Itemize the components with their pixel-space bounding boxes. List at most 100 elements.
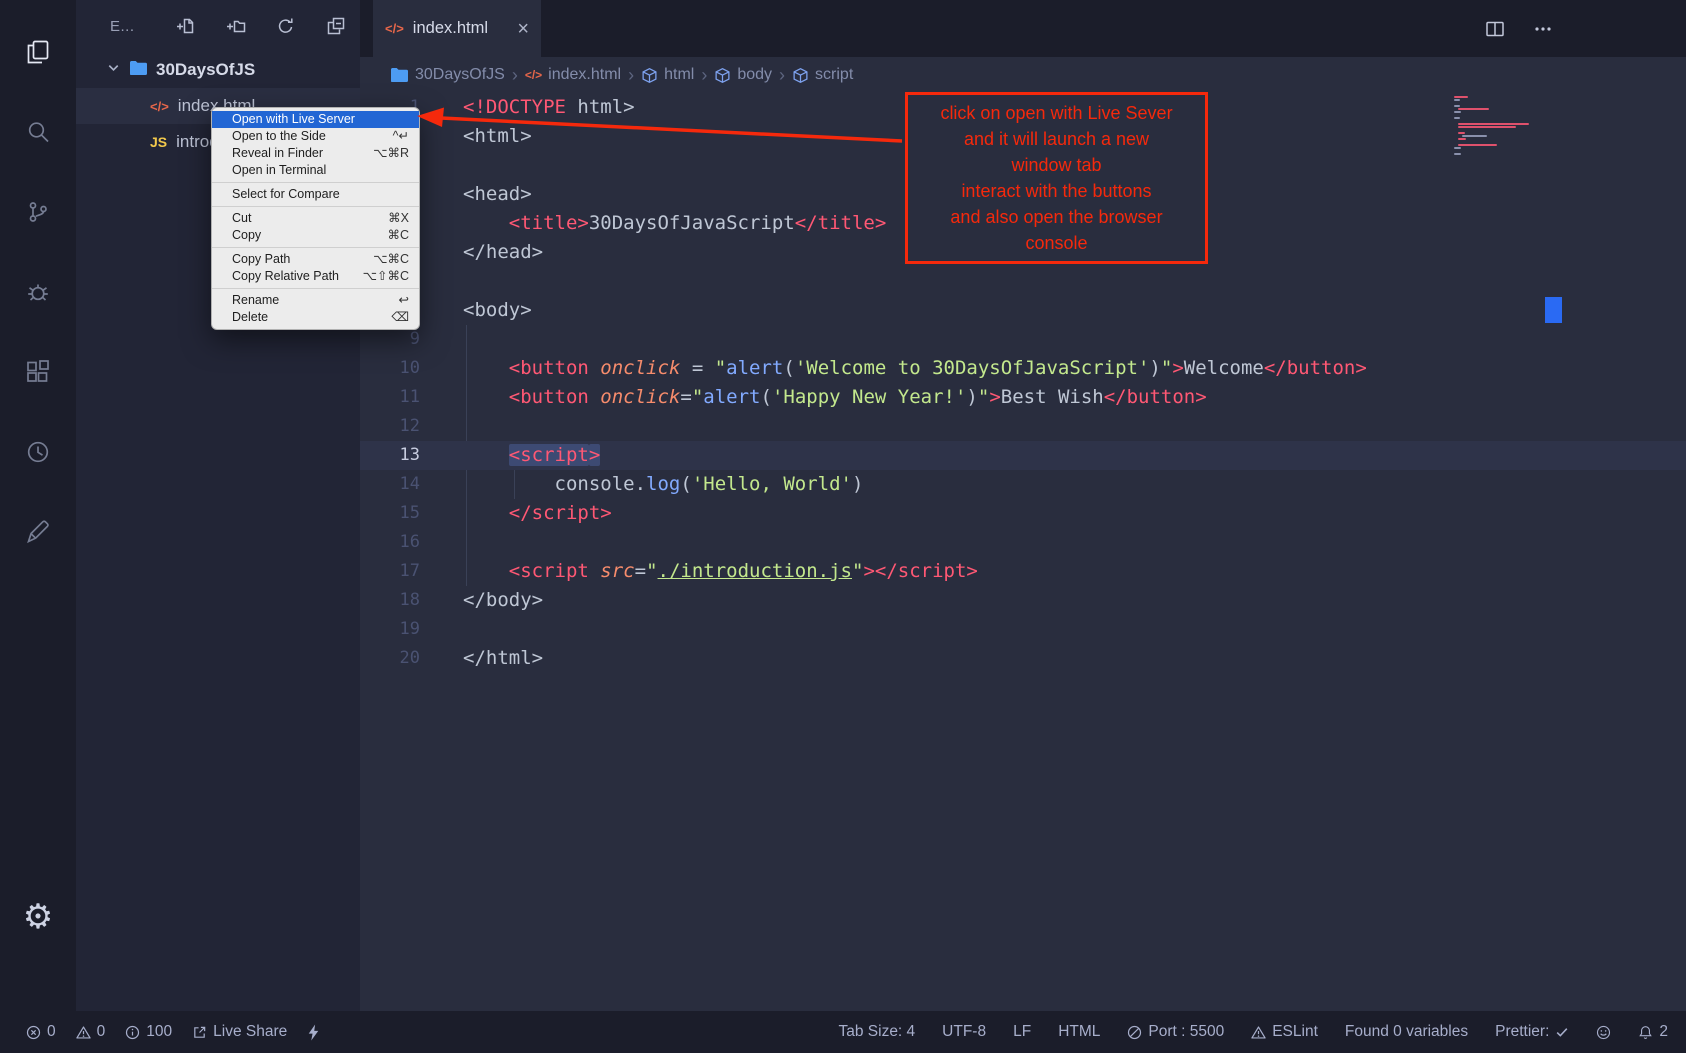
settings-gear-icon[interactable]: ⚙ bbox=[0, 877, 76, 957]
explorer-icon[interactable] bbox=[0, 12, 76, 92]
menu-item-delete[interactable]: Delete⌫ bbox=[212, 309, 419, 326]
tab-index-html[interactable]: </> index.html × bbox=[373, 0, 541, 57]
minimap[interactable] bbox=[1454, 96, 1540, 156]
close-icon[interactable]: × bbox=[517, 21, 529, 37]
menu-item-reveal-in-finder[interactable]: Reveal in Finder⌥⌘R bbox=[212, 145, 419, 162]
code-token: " bbox=[692, 386, 703, 408]
breadcrumb-item-html[interactable]: html bbox=[641, 66, 694, 84]
status-item-live-share[interactable]: Live Share bbox=[192, 1023, 287, 1041]
menu-item-open-in-terminal[interactable]: Open in Terminal bbox=[212, 162, 419, 179]
code-line[interactable]: 15 </script> bbox=[360, 499, 1686, 528]
minimap-line bbox=[1454, 111, 1461, 113]
refresh-icon[interactable] bbox=[276, 16, 296, 36]
line-number[interactable]: 19 bbox=[360, 615, 420, 644]
code-text: <button onclick = "alert('Welcome to 30D… bbox=[463, 354, 1367, 383]
menu-item-select-for-compare[interactable]: Select for Compare bbox=[212, 186, 419, 203]
annotation-line: window tab bbox=[914, 152, 1199, 178]
line-number[interactable]: 13 bbox=[360, 441, 420, 470]
status-item-html[interactable]: HTML bbox=[1058, 1023, 1100, 1041]
source-control-icon[interactable] bbox=[0, 172, 76, 252]
line-number[interactable]: 15 bbox=[360, 499, 420, 528]
status-item-found-0-variables[interactable]: Found 0 variables bbox=[1345, 1023, 1468, 1041]
code-token: </title> bbox=[795, 212, 887, 234]
status-item-0[interactable]: 0 bbox=[26, 1023, 56, 1041]
breadcrumb-item-index.html[interactable]: </>index.html bbox=[525, 66, 621, 84]
new-folder-icon[interactable] bbox=[226, 16, 246, 36]
history-icon[interactable] bbox=[0, 412, 76, 492]
code-line[interactable]: 7 bbox=[360, 267, 1686, 296]
menu-item-copy[interactable]: Copy⌘C bbox=[212, 227, 419, 244]
code-line[interactable]: 11 <button onclick="alert('Happy New Yea… bbox=[360, 383, 1686, 412]
status-item-lf[interactable]: LF bbox=[1013, 1023, 1031, 1041]
breadcrumb-item-script[interactable]: script bbox=[792, 66, 853, 84]
line-number[interactable]: 12 bbox=[360, 412, 420, 441]
code-token: onclick bbox=[600, 357, 680, 379]
menu-item-open-to-the-side[interactable]: Open to the Side^↵ bbox=[212, 128, 419, 145]
code-line[interactable]: 17 <script src="./introduction.js"></scr… bbox=[360, 557, 1686, 586]
code-line[interactable]: 20</html> bbox=[360, 644, 1686, 673]
extensions-icon[interactable] bbox=[0, 332, 76, 412]
status-item-prettier-[interactable]: Prettier: bbox=[1495, 1023, 1569, 1041]
line-number[interactable]: 10 bbox=[360, 354, 420, 383]
menu-item-cut[interactable]: Cut⌘X bbox=[212, 210, 419, 227]
status-item-2[interactable]: 2 bbox=[1638, 1023, 1668, 1041]
code-line[interactable]: 19 bbox=[360, 615, 1686, 644]
code-token: = bbox=[680, 386, 691, 408]
code-line[interactable]: 18</body> bbox=[360, 586, 1686, 615]
menu-item-rename[interactable]: Rename↩ bbox=[212, 292, 419, 309]
more-actions-icon[interactable] bbox=[1532, 18, 1554, 40]
lightning-bolt-icon bbox=[307, 1024, 320, 1041]
menu-item-copy-path[interactable]: Copy Path⌥⌘C bbox=[212, 251, 419, 268]
code-token: ) bbox=[1149, 357, 1160, 379]
breadcrumb-item-30DaysOfJS[interactable]: 30DaysOfJS bbox=[390, 66, 505, 84]
code-line[interactable]: 9 bbox=[360, 325, 1686, 354]
code-line[interactable]: 12 bbox=[360, 412, 1686, 441]
status-item-100[interactable]: 100 bbox=[125, 1023, 172, 1041]
status-item-eslint[interactable]: ESLint bbox=[1251, 1023, 1318, 1041]
menu-item-label: Rename bbox=[232, 292, 387, 309]
code-line[interactable]: 14 console.log('Hello, World') bbox=[360, 470, 1686, 499]
code-line[interactable]: 8<body> bbox=[360, 296, 1686, 325]
line-number[interactable]: 16 bbox=[360, 528, 420, 557]
new-file-icon[interactable] bbox=[176, 16, 196, 36]
search-icon[interactable] bbox=[0, 92, 76, 172]
menu-item-copy-relative-path[interactable]: Copy Relative Path⌥⇧⌘C bbox=[212, 268, 419, 285]
split-editor-icon[interactable] bbox=[1484, 18, 1506, 40]
pen-icon[interactable] bbox=[0, 492, 76, 572]
collapse-all-icon[interactable] bbox=[326, 16, 346, 36]
menu-item-shortcut: ⌥⌘C bbox=[373, 251, 409, 268]
status-item-0[interactable]: 0 bbox=[76, 1023, 106, 1041]
status-item-tab-size-4[interactable]: Tab Size: 4 bbox=[838, 1023, 915, 1041]
folder-name: 30DaysOfJS bbox=[156, 60, 255, 80]
line-number[interactable]: 14 bbox=[360, 470, 420, 499]
slash-circle-icon bbox=[1127, 1025, 1142, 1040]
status-item-smiley[interactable] bbox=[1596, 1025, 1611, 1040]
line-number[interactable]: 18 bbox=[360, 586, 420, 615]
line-number[interactable]: 17 bbox=[360, 557, 420, 586]
line-number[interactable]: 11 bbox=[360, 383, 420, 412]
error-circle-icon bbox=[26, 1025, 41, 1040]
code-token: alert bbox=[703, 386, 760, 408]
menu-item-open-with-live-server[interactable]: Open with Live Server bbox=[212, 111, 419, 128]
status-item-lightning-bolt[interactable] bbox=[307, 1024, 320, 1041]
status-label: Live Share bbox=[213, 1023, 287, 1041]
menu-item-label: Open to the Side bbox=[232, 128, 381, 145]
code-line[interactable]: 13 <script> bbox=[360, 441, 1686, 470]
code-line[interactable]: 10 <button onclick = "alert('Welcome to … bbox=[360, 354, 1686, 383]
code-text: </head> bbox=[463, 238, 543, 267]
line-number[interactable]: 20 bbox=[360, 644, 420, 673]
breadcrumb-item-body[interactable]: body bbox=[714, 66, 772, 84]
status-left: 0 0 100 Live Share bbox=[26, 1023, 320, 1041]
code-token bbox=[463, 502, 509, 524]
folder-row-30daysofjs[interactable]: 30DaysOfJS bbox=[76, 52, 360, 88]
code-token: <title> bbox=[509, 212, 589, 234]
debug-icon[interactable] bbox=[0, 252, 76, 332]
status-item-port-5500[interactable]: Port : 5500 bbox=[1127, 1023, 1224, 1041]
menu-item-shortcut: ⌘X bbox=[388, 210, 409, 227]
status-label: 0 bbox=[47, 1023, 56, 1041]
status-item-utf-8[interactable]: UTF-8 bbox=[942, 1023, 986, 1041]
code-token: </script> bbox=[875, 560, 978, 582]
code-line[interactable]: 16 bbox=[360, 528, 1686, 557]
code-token: <head> bbox=[463, 183, 532, 205]
cube-icon bbox=[792, 67, 809, 84]
